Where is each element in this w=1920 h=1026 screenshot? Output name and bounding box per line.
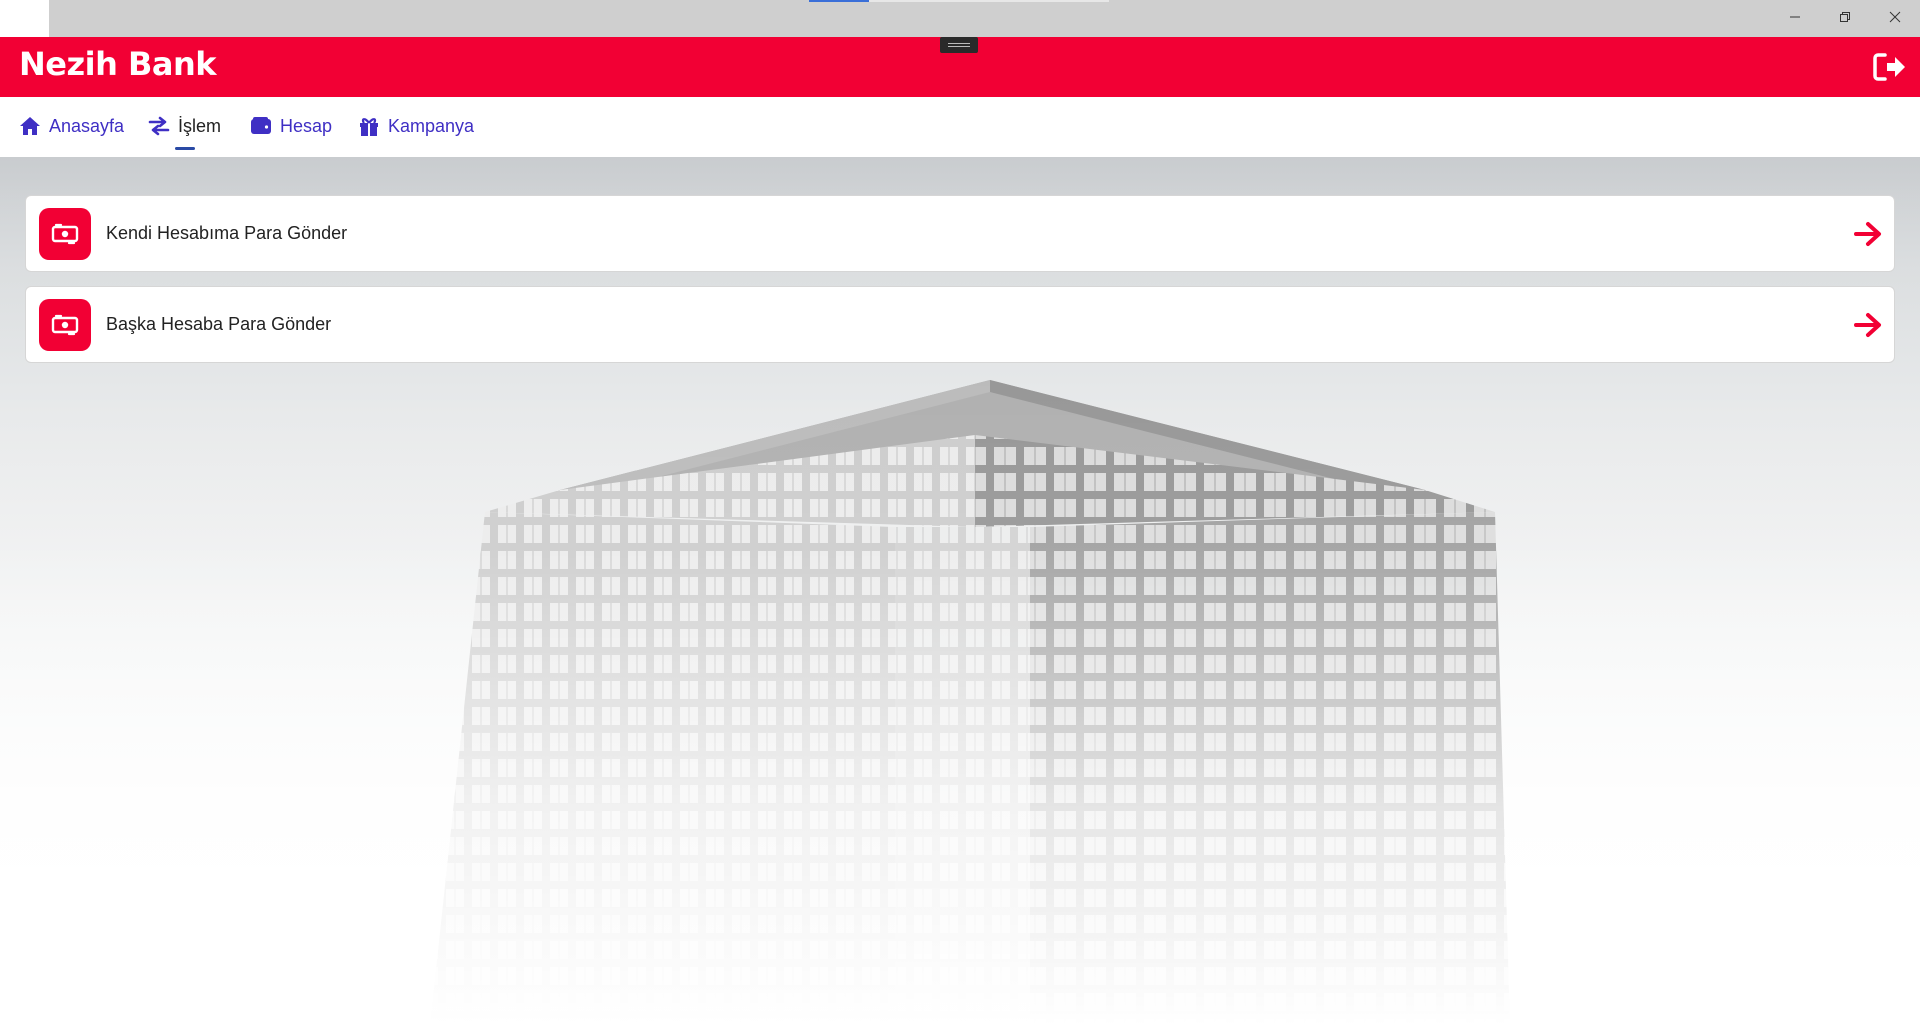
brand-title: Nezih Bank [19, 45, 217, 83]
action-label: Kendi Hesabıma Para Gönder [106, 223, 348, 243]
active-tab-indicator [809, 0, 869, 2]
nav-label: İşlem [178, 115, 222, 136]
nav-item-anasayfa[interactable]: Anasayfa [19, 115, 124, 137]
close-button[interactable] [1870, 0, 1920, 34]
nav-item-hesap[interactable]: Hesap [250, 115, 332, 137]
action-own-account-transfer[interactable]: Kendi Hesabıma Para Gönder [25, 195, 1895, 272]
close-icon [1889, 11, 1901, 23]
restore-icon [1840, 12, 1850, 22]
main-nav: Anasayfa İşlem Hesap Kampanya [0, 97, 1920, 157]
minimize-icon [1790, 16, 1800, 18]
restore-button[interactable] [1820, 0, 1870, 34]
minimize-button[interactable] [1770, 0, 1820, 34]
nav-item-islem[interactable]: İşlem [148, 115, 222, 150]
wallet-icon [250, 115, 272, 137]
gift-icon [358, 115, 380, 137]
window-titlebar [0, 0, 1920, 37]
money-transfer-icon [39, 207, 91, 260]
arrow-right-icon [1850, 216, 1886, 252]
arrow-right-icon [1850, 307, 1886, 343]
action-label: Başka Hesaba Para Gönder [106, 314, 332, 334]
transfer-icon [148, 115, 170, 137]
nav-label: Hesap [280, 115, 333, 136]
nav-item-kampanya[interactable]: Kampanya [358, 115, 474, 137]
drag-handle[interactable] [940, 37, 978, 53]
logout-button[interactable] [1870, 47, 1910, 87]
nav-label: Kampanya [388, 115, 475, 136]
logout-icon [1873, 53, 1905, 81]
app-icon-slot [0, 0, 49, 37]
money-transfer-icon [39, 298, 91, 351]
action-other-account-transfer[interactable]: Başka Hesaba Para Gönder [25, 286, 1895, 363]
home-icon [19, 115, 41, 137]
nav-label: Anasayfa [49, 115, 125, 136]
tab-indicator [869, 0, 1109, 2]
